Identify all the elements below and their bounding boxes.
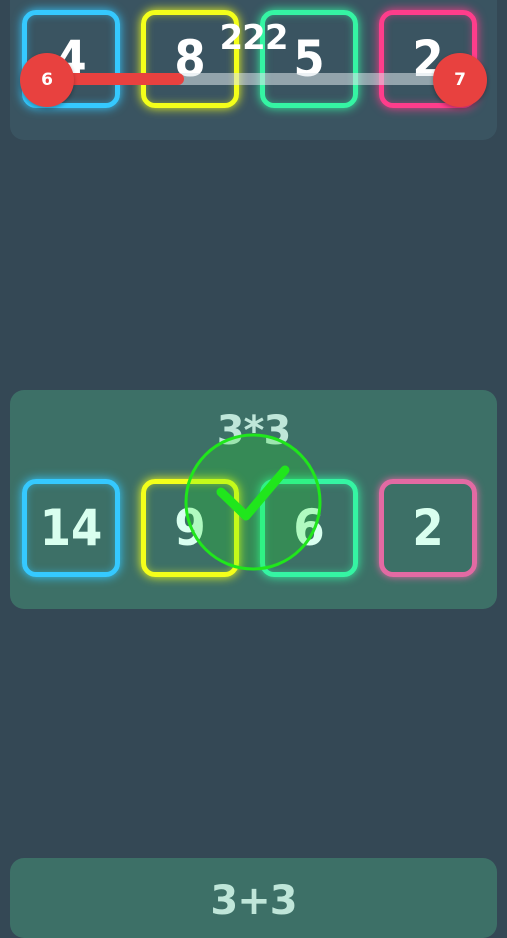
answer-option-1[interactable]: 14 [22, 479, 120, 577]
answer-option-value: 14 [39, 499, 103, 557]
level-progress-bar [45, 73, 465, 85]
score-display: 222 [219, 18, 289, 58]
answer-option-value: 2 [412, 499, 444, 557]
answer-option-4[interactable]: 2 [379, 479, 477, 577]
question-card-bottom: 3+3 [10, 858, 497, 938]
current-level-badge: 6 [20, 53, 74, 107]
question-text: 3+3 [210, 878, 297, 924]
next-level-number: 7 [454, 70, 466, 90]
next-level-badge: 7 [433, 53, 487, 107]
correct-check-icon [184, 433, 322, 571]
current-level-number: 6 [41, 70, 53, 90]
